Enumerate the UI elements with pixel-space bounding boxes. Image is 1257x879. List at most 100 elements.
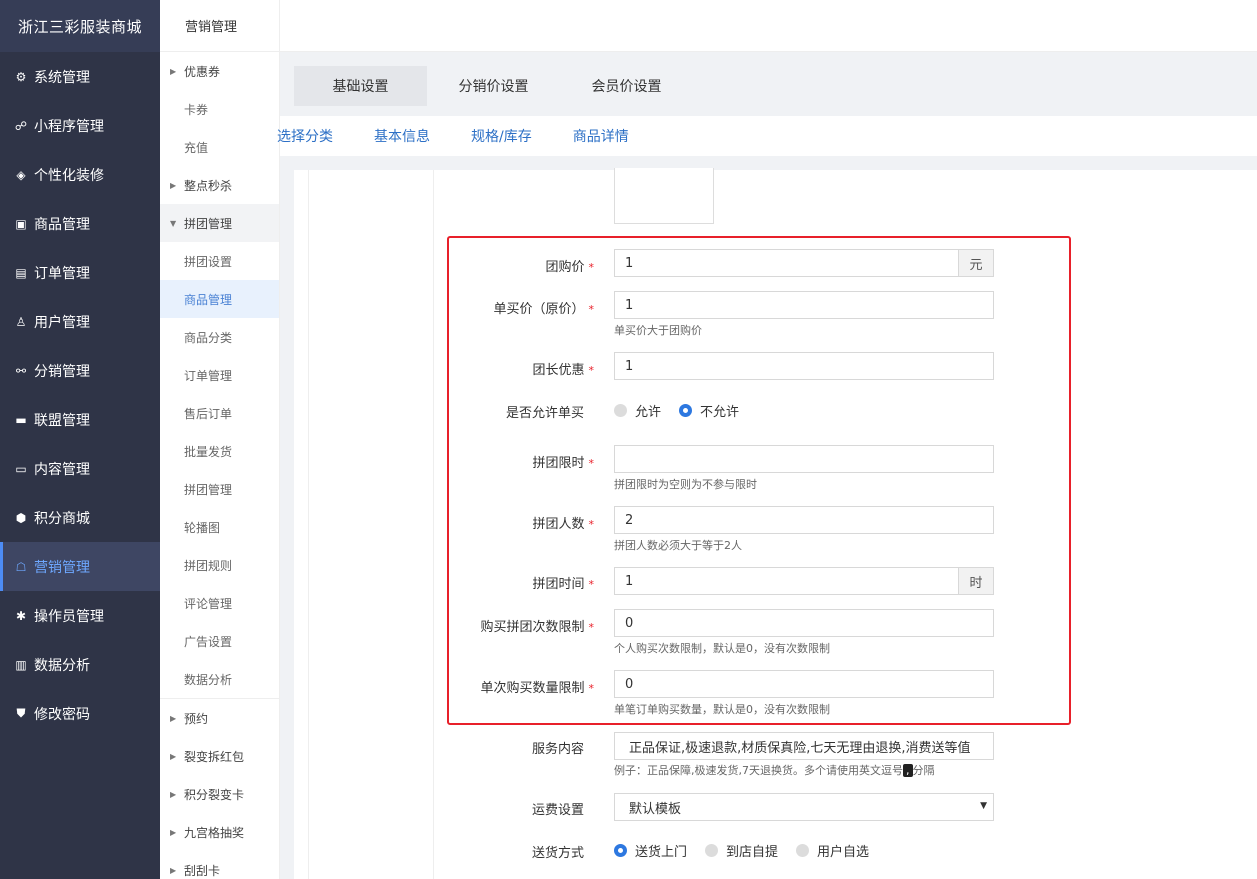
sidebar-item-label: 个性化装修	[34, 167, 104, 184]
radio-home-delivery[interactable]: 送货上门	[614, 841, 687, 860]
label-text: 团长优惠	[532, 363, 585, 378]
order-icon: ▤	[15, 265, 27, 280]
submenu-group-item[interactable]: 拼团规则	[160, 546, 279, 584]
leader-discount-input[interactable]: 1	[614, 352, 994, 380]
radio-label: 到店自提	[726, 845, 779, 860]
shipping-template-select[interactable]: 默认模板 ▼	[614, 793, 994, 821]
sidebar-item-points-mall[interactable]: ⬢ 积分商城	[0, 493, 160, 542]
group-time-input[interactable]: 1	[614, 567, 959, 595]
buy-limit-label: 购买拼团次数限制 *	[294, 616, 594, 635]
sidebar-item-product[interactable]: ▣ 商品管理	[0, 199, 160, 248]
required-mark: *	[588, 518, 595, 531]
password-icon: ⛊	[16, 706, 26, 720]
caret-right-icon: ▶	[170, 827, 177, 837]
submenu-group-item[interactable]: 广告设置	[160, 622, 279, 660]
sidebar-item-decoration[interactable]: ◈ 个性化装修	[0, 150, 160, 199]
submenu-group-item[interactable]: 售后订单	[160, 394, 279, 432]
sidebar-item-distribution[interactable]: ⚯ 分销管理	[0, 346, 160, 395]
label-text: 单买价（原价）	[493, 302, 585, 317]
distribution-icon: ⚯	[15, 363, 27, 378]
submenu-group-buy[interactable]: ▼ 拼团管理	[160, 204, 279, 242]
tab-distribution-price[interactable]: 分销价设置	[427, 66, 560, 106]
allow-single-label: 是否允许单买	[505, 406, 584, 421]
buy-limit-input[interactable]: 0	[614, 609, 994, 637]
buy-limit-hint: 个人购买次数限制，默认是0，没有次数限制	[614, 642, 830, 655]
radio-user-choice[interactable]: 用户自选	[796, 841, 869, 860]
time-limit-input[interactable]	[614, 445, 994, 473]
points-mall-icon: ⬢	[15, 510, 27, 525]
delivery-radio-group: 送货上门 到店自提 用户自选	[614, 841, 887, 860]
sidebar-item-password[interactable]: ⛊ 修改密码	[0, 689, 160, 738]
sidebar-item-label: 小程序管理	[34, 118, 104, 135]
radio-dot-selected	[679, 404, 693, 417]
submenu-lottery[interactable]: ▶ 九宫格抽奖	[160, 813, 279, 851]
single-price-input[interactable]: 1	[614, 291, 994, 319]
sidebar-item-miniprogram[interactable]: ☍ 小程序管理	[0, 101, 160, 150]
submenu-coupon[interactable]: ▶ 优惠券	[160, 52, 279, 90]
image-upload-box[interactable]	[614, 168, 714, 224]
tab-basic-info[interactable]: 基本信息	[374, 126, 430, 146]
sidebar-item-analytics[interactable]: ▥ 数据分析	[0, 640, 160, 689]
tab-member-price[interactable]: 会员价设置	[560, 66, 693, 106]
caret-right-icon: ▶	[170, 180, 177, 190]
sidebar-item-order[interactable]: ▤ 订单管理	[0, 248, 160, 297]
submenu-label: 整点秒杀	[184, 178, 233, 193]
required-mark: *	[588, 621, 595, 634]
submenu-label: 积分裂变卡	[184, 787, 245, 802]
sidebar-item-operator[interactable]: ✱ 操作员管理	[0, 591, 160, 640]
submenu-group-item[interactable]: 商品分类	[160, 318, 279, 356]
time-limit-label: 拼团限时 *	[294, 452, 594, 471]
caret-down-icon: ▼	[170, 218, 177, 228]
sidebar-item-label: 订单管理	[34, 265, 90, 282]
caret-right-icon: ▶	[170, 66, 177, 76]
submenu-card-coupon[interactable]: 卡券	[160, 90, 279, 128]
required-mark: *	[588, 578, 595, 591]
sidebar-item-content[interactable]: ▭ 内容管理	[0, 444, 160, 493]
tab-spec-stock[interactable]: 规格/库存	[471, 126, 532, 146]
radio-store-pickup[interactable]: 到店自提	[705, 841, 778, 860]
submenu-recharge[interactable]: 充值	[160, 128, 279, 166]
submenu-group-item[interactable]: 数据分析	[160, 660, 279, 698]
tab-basic-settings[interactable]: 基础设置	[294, 66, 427, 106]
sidebar-item-user[interactable]: ♙ 用户管理	[0, 297, 160, 346]
submenu-flash-sale[interactable]: ▶ 整点秒杀	[160, 166, 279, 204]
sidebar-item-system[interactable]: ⚙ 系统管理	[0, 52, 160, 101]
sidebar-item-label: 用户管理	[34, 314, 90, 331]
main-sidebar: 浙江三彩服装商城 ⚙ 系统管理 ☍ 小程序管理 ◈ 个性化装修 ▣ 商品管理 ▤ 订单管理 ♙ 用户管…	[0, 0, 160, 879]
radio-disallow[interactable]: 不允许	[679, 401, 739, 420]
qty-limit-input[interactable]: 0	[614, 670, 994, 698]
required-mark: *	[588, 364, 595, 377]
service-label: 服务内容	[531, 742, 584, 757]
group-price-input[interactable]: 1	[614, 249, 959, 277]
submenu-group-item[interactable]: 拼团设置	[160, 242, 279, 280]
submenu-group-item[interactable]: 评论管理	[160, 584, 279, 622]
system-icon: ⚙	[15, 69, 27, 84]
group-size-hint: 拼团人数必须大于等于2人	[614, 539, 742, 552]
sidebar-item-alliance[interactable]: ▬ 联盟管理	[0, 395, 160, 444]
tab-product-detail[interactable]: 商品详情	[573, 126, 629, 146]
required-mark: *	[588, 303, 595, 316]
submenu-group-item[interactable]: 订单管理	[160, 356, 279, 394]
submenu-points-card[interactable]: ▶ 积分裂变卡	[160, 775, 279, 813]
hint-text: 例子：正品保障,极速发货,7天退换货。多个请使用英文逗号	[614, 764, 903, 777]
group-time-unit: 时	[958, 567, 994, 595]
operator-icon: ✱	[15, 608, 27, 623]
service-input[interactable]: 正品保证,极速退款,材质保真险,七天无理由退换,消费送等值	[614, 732, 994, 760]
group-size-input[interactable]: 2	[614, 506, 994, 534]
radio-allow[interactable]: 允许	[614, 401, 661, 420]
miniprogram-icon: ☍	[14, 118, 28, 133]
submenu-group-item[interactable]: 轮播图	[160, 508, 279, 546]
tab-select-category[interactable]: 选择分类	[277, 126, 333, 146]
submenu-reservation[interactable]: ▶ 预约	[160, 699, 279, 737]
submenu-group-item[interactable]: 批量发货	[160, 432, 279, 470]
submenu-scratch[interactable]: ▶ 刮刮卡	[160, 851, 279, 879]
qty-limit-hint: 单笔订单购买数量，默认是0，没有次数限制	[614, 703, 830, 716]
submenu-red-packet[interactable]: ▶ 裂变拆红包	[160, 737, 279, 775]
secondary-menu: 营销管理 ▶ 优惠券 卡券 充值 ▶ 整点秒杀 ▼ 拼团管理 拼团设置 商品管理 商品分类…	[160, 0, 280, 879]
caret-right-icon: ▶	[170, 865, 177, 875]
submenu-group-item[interactable]: 拼团管理	[160, 470, 279, 508]
radio-dot	[796, 844, 810, 857]
submenu-group-item[interactable]: 商品管理	[160, 280, 279, 318]
leader-discount-label: 团长优惠 *	[294, 359, 594, 378]
sidebar-item-marketing[interactable]: ☖ 营销管理	[0, 542, 160, 591]
